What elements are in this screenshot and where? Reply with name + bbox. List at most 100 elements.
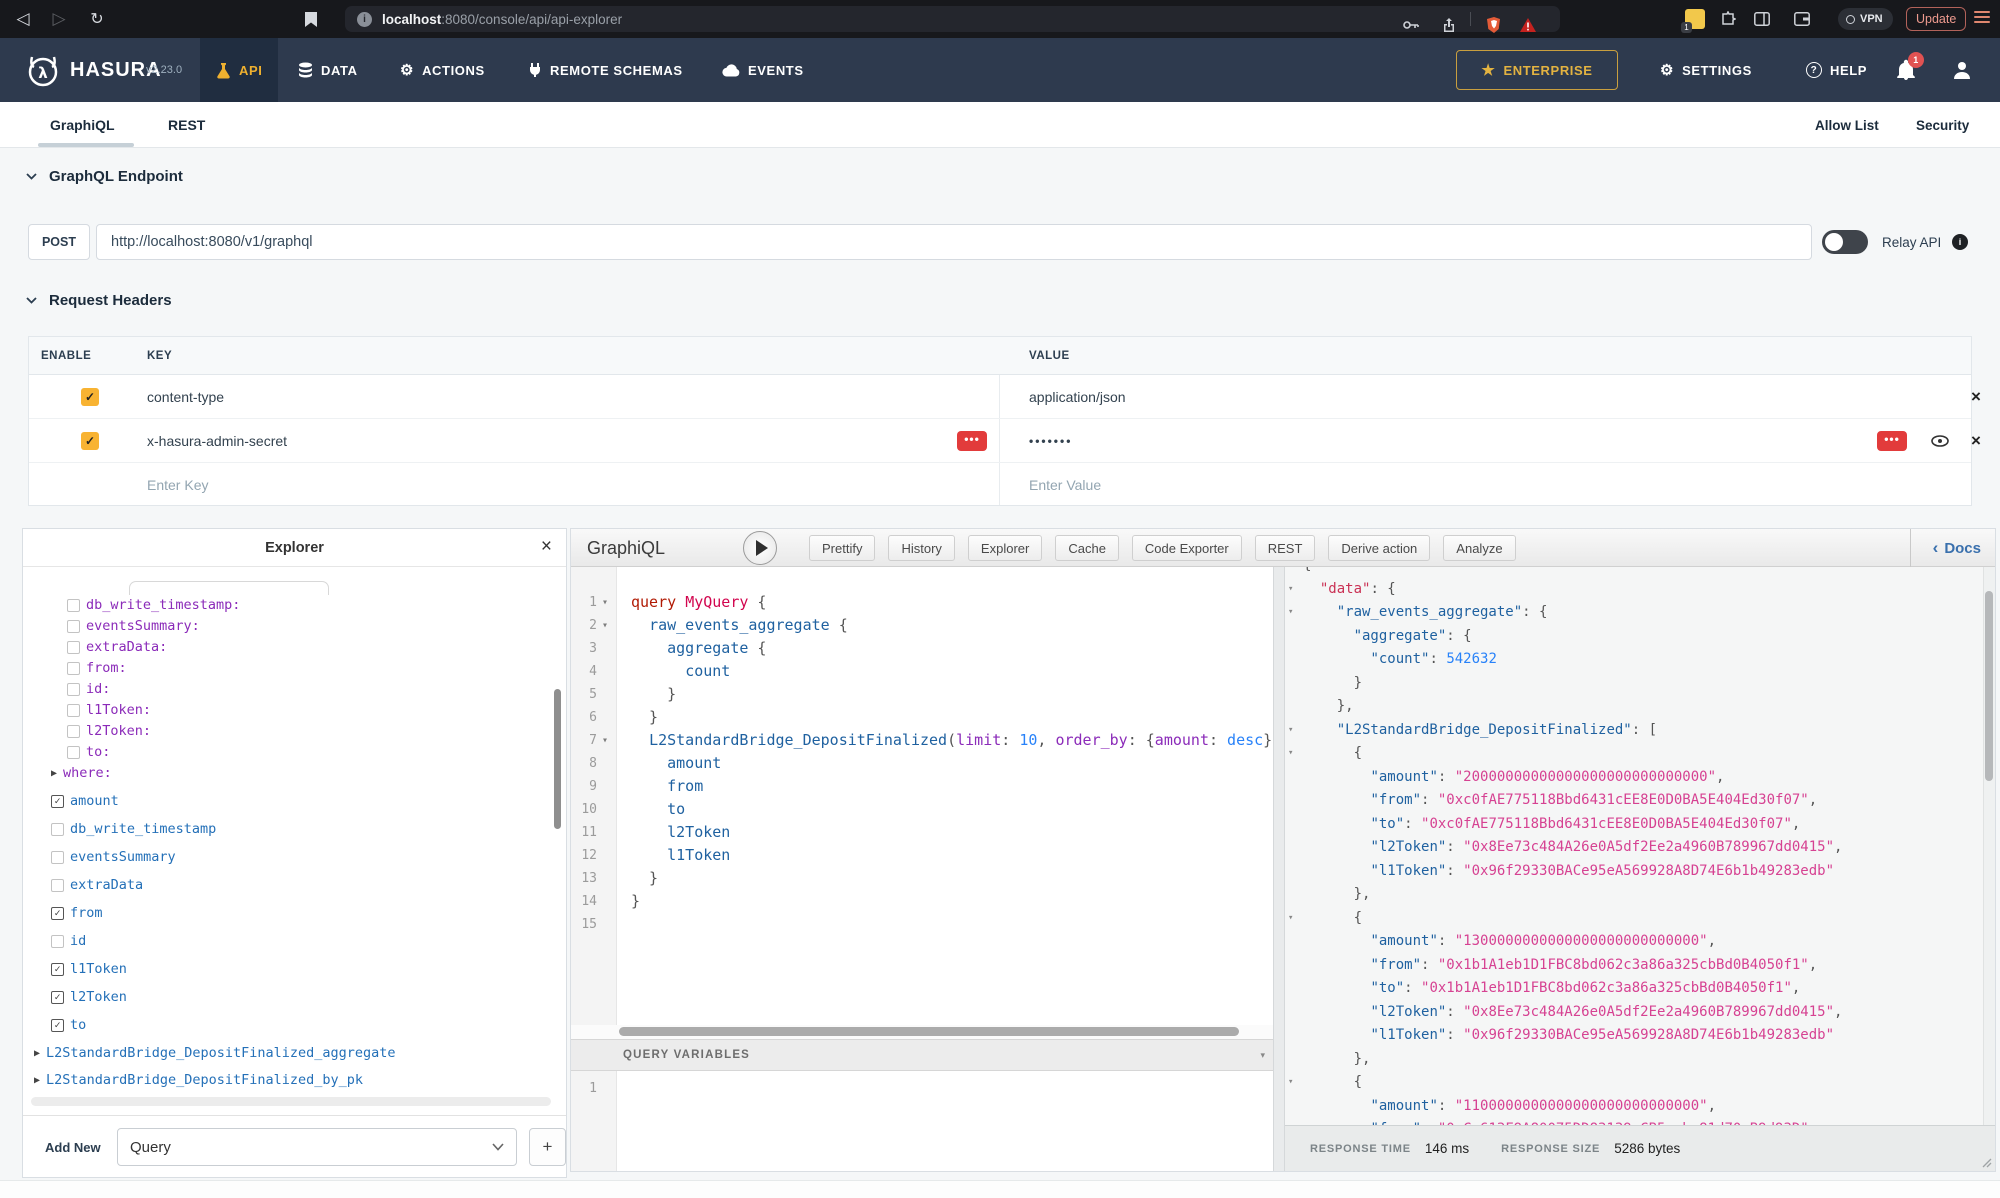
explorer-item-extraData[interactable]: extraData:	[67, 639, 167, 655]
explorer-field-list[interactable]: db_write_timestamp: eventsSummary: extraDa…	[23, 567, 566, 1117]
field-checkbox[interactable]: ✓	[51, 795, 64, 808]
security-link[interactable]: Security	[1916, 102, 1969, 148]
new-key-input[interactable]: Enter Key	[147, 463, 208, 507]
explorer-item-l2Token[interactable]: ✓l2Token	[51, 989, 127, 1005]
field-checkbox[interactable]	[67, 746, 80, 759]
explorer-item-id[interactable]: id	[51, 933, 86, 949]
explorer-item-from[interactable]: from:	[67, 660, 127, 676]
header-value-masked[interactable]: •••••••	[1029, 419, 1072, 463]
graphql-endpoint-input[interactable]: http://localhost:8080/v1/graphql	[96, 224, 1812, 260]
field-checkbox[interactable]	[67, 704, 80, 717]
response-scrollbar[interactable]	[1985, 591, 1993, 781]
toolbar-button-history[interactable]: History	[888, 535, 954, 561]
fold-arrow-icon[interactable]: ▾	[602, 729, 608, 752]
field-checkbox[interactable]: ✓	[51, 907, 64, 920]
field-checkbox[interactable]: ✓	[51, 963, 64, 976]
enterprise-button[interactable]: ★ ENTERPRISE	[1456, 50, 1618, 90]
response-viewer[interactable]: {▾ "data": {▾ "raw_events_aggregate": { …	[1285, 567, 1995, 1125]
explorer-item-amount[interactable]: ✓amount	[51, 793, 119, 809]
browser-forward-button[interactable]: ▷	[46, 0, 72, 38]
field-checkbox[interactable]	[67, 683, 80, 696]
docs-link[interactable]: ‹ Docs	[1910, 529, 1981, 567]
toolbar-button-prettify[interactable]: Prettify	[809, 535, 875, 561]
explorer-item-from[interactable]: ✓from	[51, 905, 103, 921]
nav-tab-actions[interactable]: ⚙ ACTIONS	[400, 38, 485, 102]
query-editor[interactable]: 1▾query MyQuery {2▾ raw_events_aggregate…	[571, 567, 1273, 1025]
explorer-item-to[interactable]: ✓to	[51, 1017, 86, 1033]
header-value[interactable]: application/json	[1029, 375, 1126, 419]
expand-arrow-icon[interactable]: ▶	[34, 1048, 40, 1059]
field-checkbox[interactable]: ✓	[51, 1019, 64, 1032]
browser-reload-button[interactable]: ↻	[84, 0, 110, 38]
new-value-input[interactable]: Enter Value	[1029, 463, 1101, 507]
nav-settings[interactable]: ⚙ SETTINGS	[1660, 38, 1752, 102]
fold-arrow-icon[interactable]: ▾	[1288, 1071, 1293, 1095]
nav-tab-events[interactable]: EVENTS	[722, 38, 804, 102]
fold-arrow-icon[interactable]: ▾	[602, 591, 608, 614]
field-checkbox[interactable]	[51, 823, 64, 836]
browser-update-button[interactable]: Update	[1906, 7, 1966, 31]
toolbar-button-cache[interactable]: Cache	[1055, 535, 1119, 561]
explorer-item-to[interactable]: to:	[67, 744, 110, 760]
explorer-item-db_write_timestamp[interactable]: db_write_timestamp	[51, 821, 216, 837]
tab-rest[interactable]: REST	[168, 102, 205, 148]
field-checkbox[interactable]	[51, 851, 64, 864]
notifications-bell[interactable]: 1	[1896, 38, 1916, 102]
field-checkbox[interactable]	[67, 662, 80, 675]
tab-graphiql[interactable]: GraphiQL	[50, 102, 115, 148]
query-variables-bar[interactable]: QUERY VARIABLES ▾	[571, 1039, 1273, 1071]
explorer-item-eventsSummary[interactable]: eventsSummary	[51, 849, 176, 865]
reveal-value-icon[interactable]: •••	[1877, 431, 1907, 451]
enable-checkbox[interactable]: ✓	[81, 432, 99, 450]
toolbar-button-code-exporter[interactable]: Code Exporter	[1132, 535, 1242, 561]
pane-divider[interactable]	[1273, 567, 1285, 1171]
explorer-item-db_write_timestamp[interactable]: db_write_timestamp:	[67, 597, 240, 613]
fold-arrow-icon[interactable]: ▾	[1288, 719, 1293, 743]
site-info-icon[interactable]: i	[357, 12, 372, 27]
nav-tab-api[interactable]: API	[200, 38, 278, 102]
query-variables-editor[interactable]: 1	[571, 1071, 1273, 1171]
toolbar-button-derive-action[interactable]: Derive action	[1328, 535, 1430, 561]
enable-checkbox[interactable]: ✓	[81, 388, 99, 406]
explorer-item-eventsSummary[interactable]: eventsSummary:	[67, 618, 200, 634]
remove-header-icon[interactable]: ×	[1971, 419, 1981, 463]
field-checkbox[interactable]	[67, 620, 80, 633]
hasura-logo-icon[interactable]: λ	[24, 51, 62, 89]
field-checkbox[interactable]	[67, 725, 80, 738]
browser-back-button[interactable]: ◁	[10, 0, 36, 38]
toolbar-button-rest[interactable]: REST	[1255, 535, 1316, 561]
explorer-item-l1Token[interactable]: ✓l1Token	[51, 961, 127, 977]
fold-arrow-icon[interactable]: ▾	[1288, 742, 1293, 766]
explorer-hscrollbar[interactable]	[31, 1097, 551, 1106]
explorer-close-icon[interactable]: ×	[541, 536, 552, 558]
vpn-button[interactable]: VPN	[1838, 8, 1893, 30]
header-key[interactable]: content-type	[147, 375, 224, 419]
wallet-icon[interactable]	[1790, 0, 1814, 38]
explorer-scrollbar[interactable]	[554, 689, 561, 829]
explorer-item-l2Token[interactable]: l2Token:	[67, 723, 151, 739]
explorer-item-where[interactable]: ▶where:	[51, 765, 112, 781]
resize-grip-icon[interactable]	[1982, 1158, 1992, 1168]
user-avatar[interactable]	[1952, 38, 1972, 102]
extension-icon[interactable]	[1716, 0, 1740, 38]
fold-arrow-icon[interactable]: ▾	[602, 614, 608, 637]
field-checkbox[interactable]	[51, 935, 64, 948]
fold-arrow-icon[interactable]: ▾	[1288, 578, 1293, 602]
nav-tab-data[interactable]: DATA	[298, 38, 358, 102]
notes-icon[interactable]: 1	[1685, 9, 1705, 29]
fold-arrow-icon[interactable]: ▾	[1288, 907, 1293, 931]
field-checkbox[interactable]	[51, 879, 64, 892]
bookmark-icon[interactable]	[300, 0, 322, 38]
address-bar[interactable]: i localhost:8080/console/api/api-explore…	[345, 6, 1560, 32]
fold-arrow-icon[interactable]: ▾	[1288, 601, 1293, 625]
graphql-endpoint-section-header[interactable]: GraphQL Endpoint	[26, 168, 183, 185]
reveal-key-icon[interactable]: •••	[957, 431, 987, 451]
expand-arrow-icon[interactable]: ▶	[51, 768, 57, 779]
field-checkbox[interactable]	[67, 599, 80, 612]
explorer-item-extraData[interactable]: extraData	[51, 877, 143, 893]
toolbar-button-analyze[interactable]: Analyze	[1443, 535, 1515, 561]
browser-menu-icon[interactable]	[1974, 11, 1990, 23]
expand-arrow-icon[interactable]: ▶	[34, 1075, 40, 1086]
nav-tab-remote-schemas[interactable]: REMOTE SCHEMAS	[528, 38, 683, 102]
add-new-select[interactable]: Query	[117, 1128, 517, 1166]
